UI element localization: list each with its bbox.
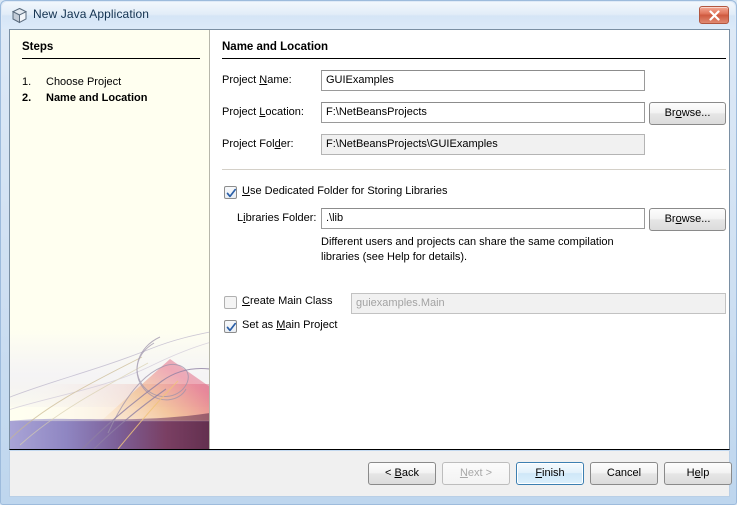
page-title-rule (222, 58, 726, 59)
page-title: Name and Location (222, 41, 329, 53)
dialog-window: New Java Application Steps 1. Choose Pro… (0, 0, 737, 505)
step-number: 1. (22, 76, 32, 88)
steps-panel: Steps 1. Choose Project 2. Name and Loca… (10, 30, 210, 449)
close-button[interactable] (699, 6, 729, 24)
project-location-input[interactable]: F:\NetBeansProjects (321, 102, 645, 123)
project-folder-value: F:\NetBeansProjects\GUIExamples (321, 134, 645, 155)
use-dedicated-folder-label: Use Dedicated Folder for Storing Librari… (242, 185, 448, 197)
libraries-hint-line-1: Different users and projects can share t… (321, 236, 614, 248)
main-class-input: guiexamples.Main (351, 293, 726, 314)
decorative-swirl-graphic (10, 329, 209, 449)
libraries-hint-line-2: libraries (see Help for details). (321, 251, 468, 263)
project-location-label: Project Location: (222, 106, 304, 118)
step-label: Name and Location (46, 92, 148, 104)
back-button[interactable]: < Back (368, 462, 436, 485)
form-panel: Name and Location Project Name: GUIExamp… (211, 30, 729, 449)
window-title: New Java Application (33, 7, 150, 21)
next-button: Next > (442, 462, 510, 485)
create-main-class-label: Create Main Class (242, 295, 333, 307)
project-name-label: Project Name: (222, 74, 292, 86)
project-location-browse-button[interactable]: Browse... (649, 102, 726, 125)
create-main-class-checkbox[interactable] (224, 296, 237, 309)
dialog-button-bar: < Back Next > Finish Cancel Help (9, 451, 732, 497)
steps-heading-rule (22, 58, 200, 59)
finish-button[interactable]: Finish (516, 462, 584, 485)
libraries-folder-browse-button[interactable]: Browse... (649, 208, 726, 231)
java-package-cube-icon (11, 7, 28, 24)
libraries-folder-input[interactable]: .\lib (321, 208, 645, 229)
set-as-main-project-label: Set as Main Project (242, 319, 338, 331)
libraries-folder-label: Libraries Folder: (237, 212, 317, 224)
project-name-input[interactable]: GUIExamples (321, 70, 645, 91)
title-bar: New Java Application (2, 2, 735, 29)
step-number: 2. (22, 92, 32, 104)
steps-heading: Steps (22, 41, 54, 53)
section-separator (222, 169, 726, 170)
set-as-main-project-checkbox[interactable] (224, 320, 237, 333)
step-label: Choose Project (46, 76, 122, 88)
dialog-client-area: Steps 1. Choose Project 2. Name and Loca… (9, 29, 730, 450)
help-button[interactable]: Help (664, 462, 732, 485)
use-dedicated-folder-checkbox[interactable] (224, 186, 237, 199)
cancel-button[interactable]: Cancel (590, 462, 658, 485)
project-folder-label: Project Folder: (222, 138, 294, 150)
